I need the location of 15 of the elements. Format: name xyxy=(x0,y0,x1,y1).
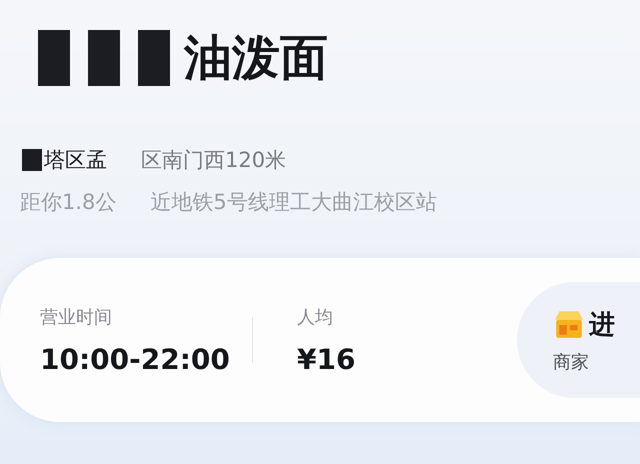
distance-text: 近地铁5号线理工大曲江校区站 xyxy=(150,189,437,216)
address-text: 塔区孟 xyxy=(44,147,107,174)
field-value: ¥16 xyxy=(297,342,356,376)
redaction-block xyxy=(38,30,70,86)
distance-text: 距你1.8公 xyxy=(20,189,116,216)
redaction-block xyxy=(88,30,120,86)
redaction-block xyxy=(22,149,42,171)
field-label: 人均 xyxy=(297,306,334,328)
field-label: 营业时间 xyxy=(40,306,113,328)
storefront-icon xyxy=(553,309,585,339)
address-text: 区南门西120米 xyxy=(141,147,286,174)
shop-title: 油泼面 xyxy=(184,29,328,88)
redaction-block xyxy=(138,30,170,86)
field-value: 10:00-22:00 xyxy=(40,342,231,376)
shop-button[interactable]: 进 商家 xyxy=(517,282,640,398)
